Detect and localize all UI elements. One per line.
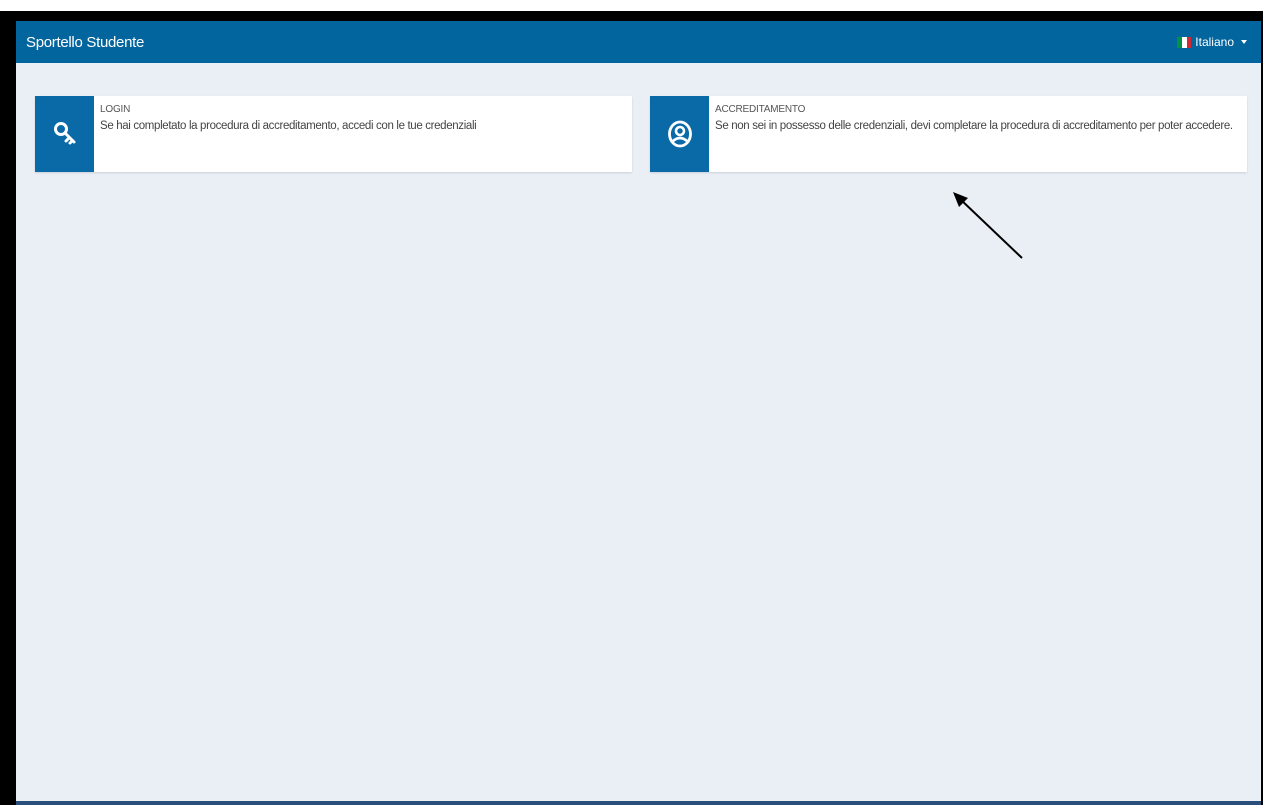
key-icon — [35, 96, 94, 172]
italian-flag-icon — [1177, 36, 1192, 48]
screenshot-frame-left — [0, 11, 16, 805]
accreditamento-card-text: Se non sei in possesso delle credenziali… — [715, 120, 1233, 132]
language-dropdown[interactable]: Italiano — [1177, 35, 1247, 49]
caret-down-icon — [1241, 40, 1247, 44]
top-navbar: Sportello Studente Italiano — [16, 21, 1261, 63]
language-label: Italiano — [1195, 35, 1234, 49]
app-window: Sportello Studente Italiano LOGIN Se hai… — [16, 21, 1261, 802]
accreditamento-card[interactable]: ACCREDITAMENTO Se non sei in possesso de… — [650, 96, 1247, 172]
accreditamento-card-title: ACCREDITAMENTO — [715, 104, 806, 115]
login-card-text: Se hai completato la procedura di accred… — [100, 120, 477, 132]
accreditamento-card-body: ACCREDITAMENTO Se non sei in possesso de… — [709, 96, 1233, 172]
bottom-edge-bar — [16, 801, 1261, 805]
annotation-arrow — [953, 192, 1023, 259]
user-icon — [650, 96, 709, 172]
login-card-body: LOGIN Se hai completato la procedura di … — [94, 96, 477, 172]
brand-link[interactable]: Sportello Studente — [26, 34, 144, 51]
login-card[interactable]: LOGIN Se hai completato la procedura di … — [35, 96, 632, 172]
login-card-title: LOGIN — [100, 104, 131, 115]
screenshot-frame-top — [0, 11, 1263, 21]
